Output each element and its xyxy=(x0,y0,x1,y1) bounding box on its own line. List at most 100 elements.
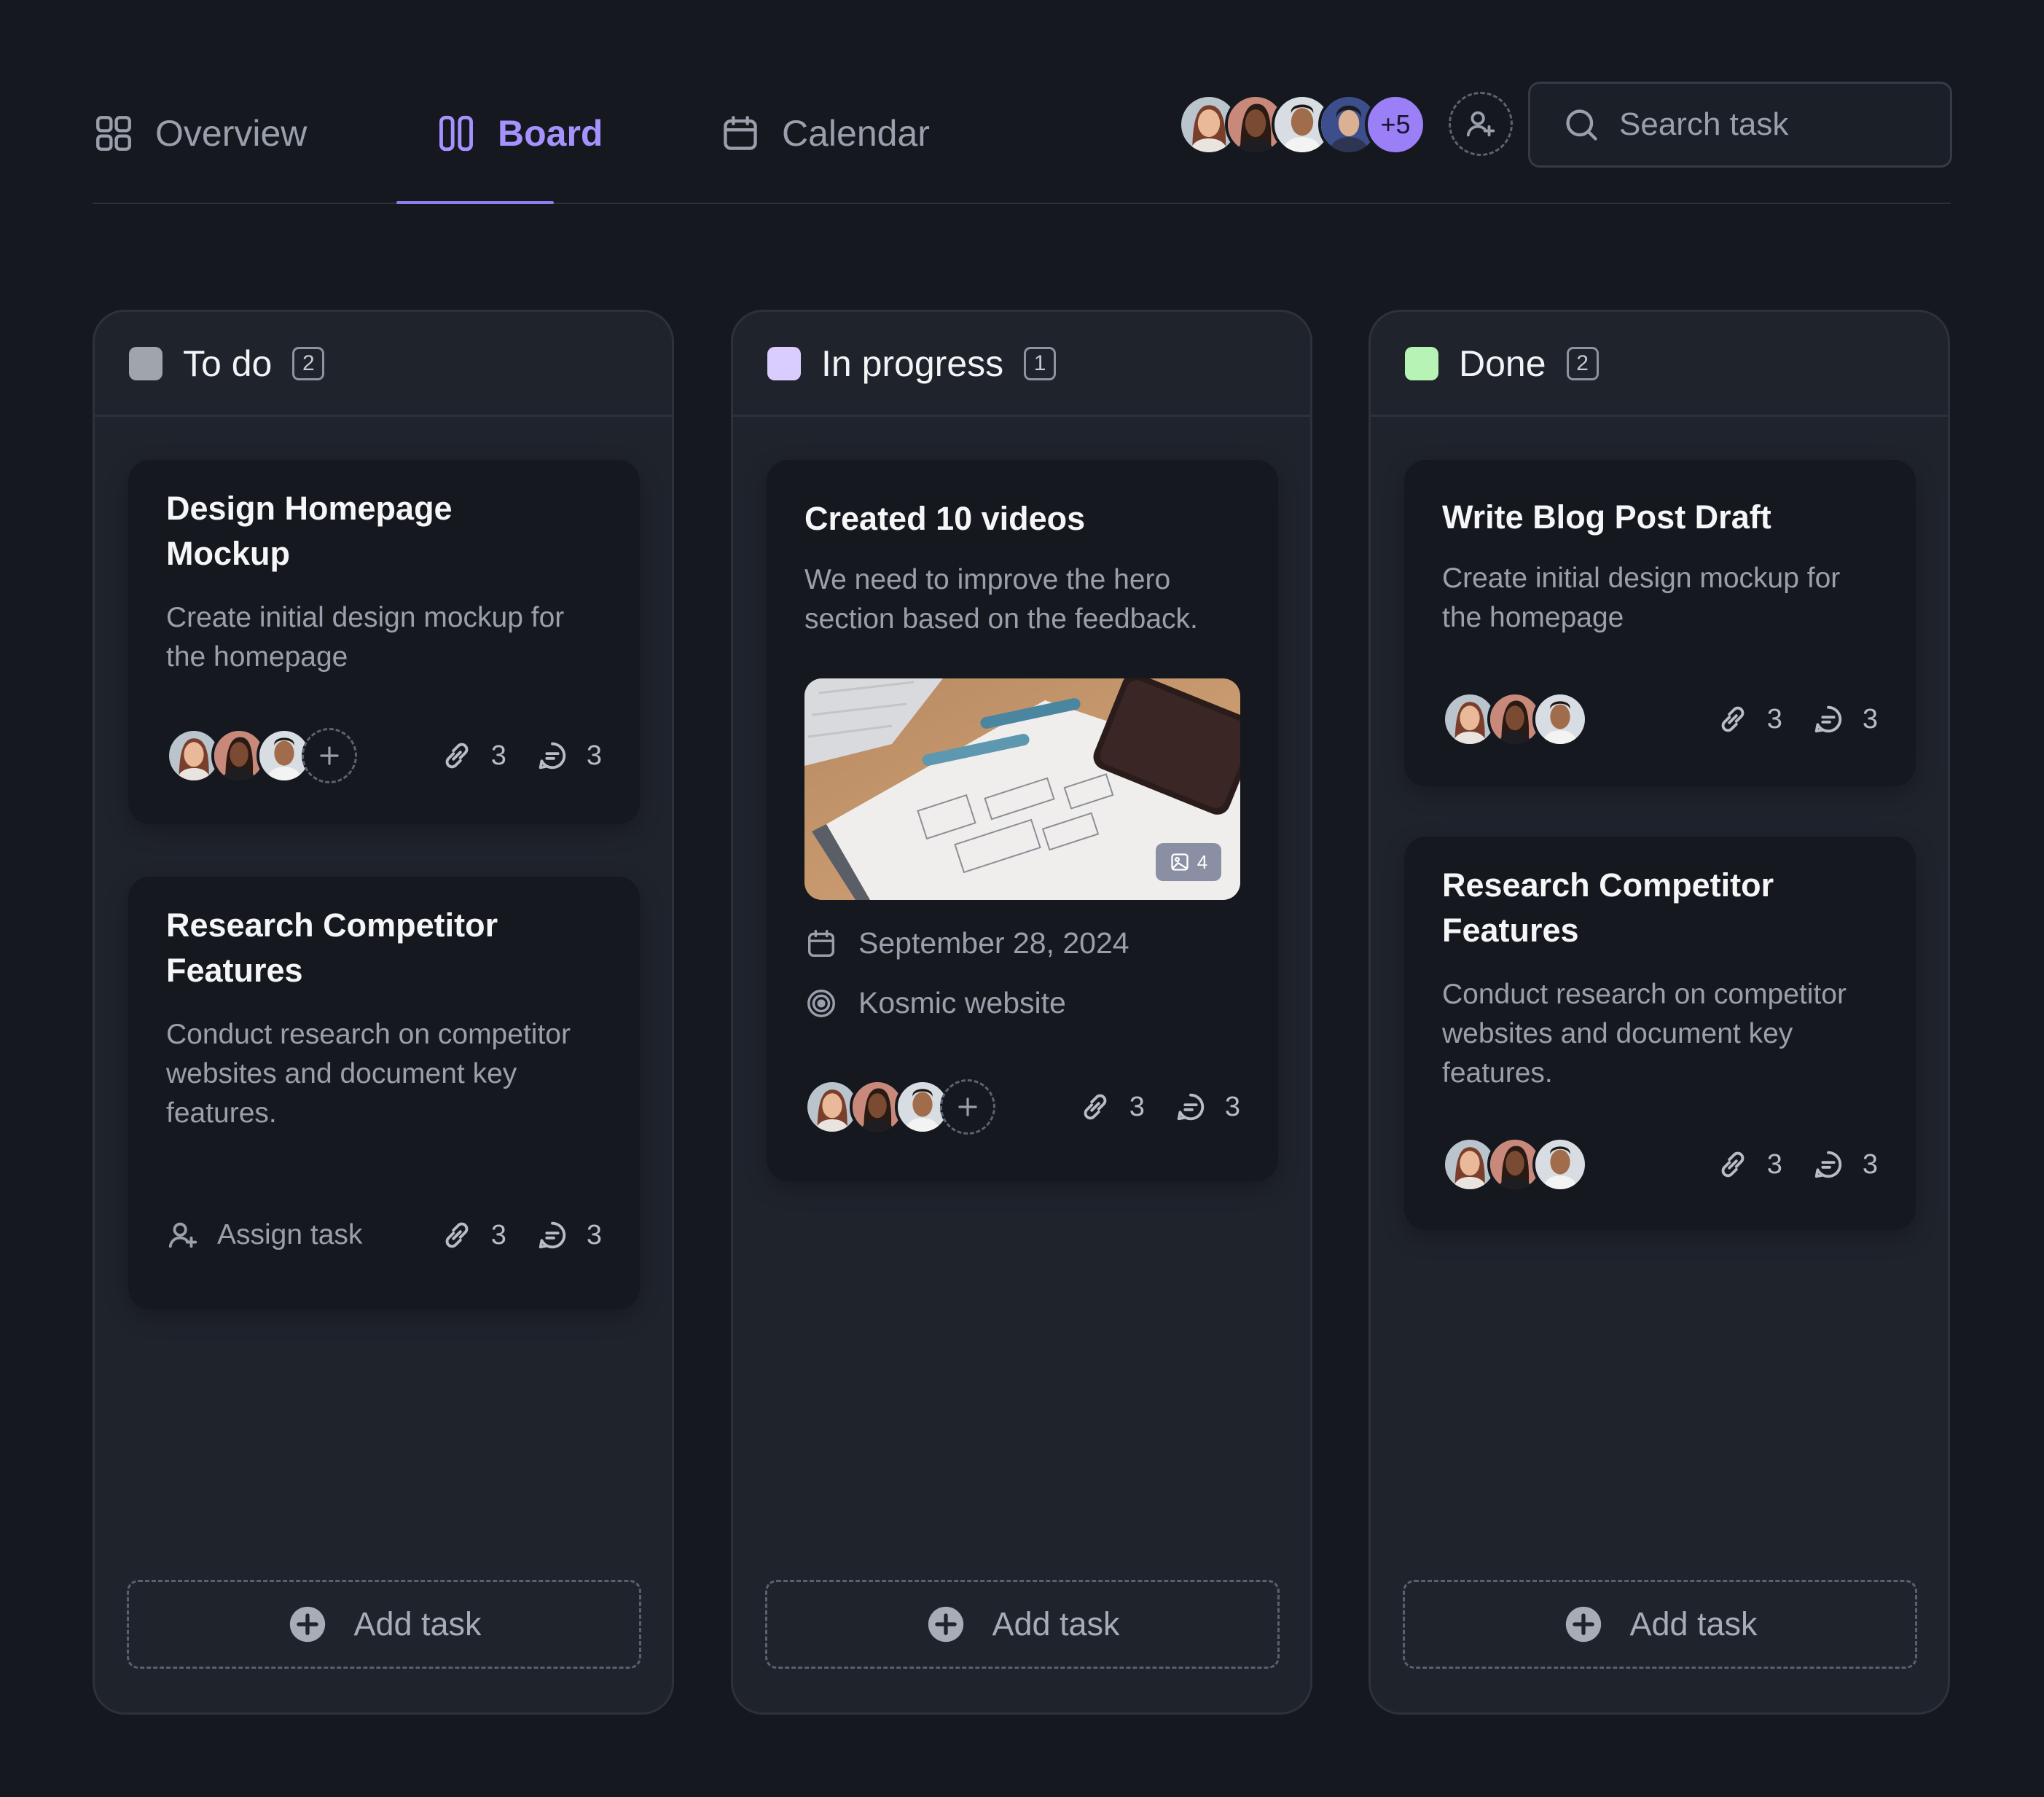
links-count: 3 xyxy=(1766,703,1782,735)
column-title: Done xyxy=(1459,342,1546,384)
card-stats: 3 3 xyxy=(440,739,602,772)
links-stat[interactable]: 3 xyxy=(440,739,506,772)
comment-icon xyxy=(536,739,569,772)
add-assignee-button[interactable] xyxy=(302,728,357,783)
task-card[interactable]: Research Competitor Features Conduct res… xyxy=(128,877,640,1309)
status-swatch xyxy=(1405,346,1438,380)
column-title: In progress xyxy=(821,342,1004,384)
comments-count: 3 xyxy=(586,1219,602,1250)
search-input[interactable] xyxy=(1619,106,1925,143)
tab-board[interactable]: Board xyxy=(435,73,603,204)
search-icon xyxy=(1566,109,1597,141)
comments-count: 3 xyxy=(586,740,602,771)
target-icon xyxy=(804,987,838,1020)
card-title: Research Competitor xyxy=(1442,866,1774,904)
links-stat[interactable]: 3 xyxy=(440,1218,506,1252)
tab-overview-label: Overview xyxy=(155,113,308,154)
column-count-badge: 1 xyxy=(1024,346,1057,380)
search-box[interactable] xyxy=(1528,82,1952,168)
card-footer: 3 3 xyxy=(1442,1137,1878,1192)
comments-stat[interactable]: 3 xyxy=(1812,1148,1878,1181)
team-avatars[interactable]: +5 xyxy=(1178,92,1426,157)
calendar-icon xyxy=(804,927,838,960)
card-title: Write Blog Post Draft xyxy=(1442,498,1771,536)
card-description: features. xyxy=(1442,1057,1553,1089)
card-description: the homepage xyxy=(166,641,348,673)
image-count: 4 xyxy=(1197,850,1208,873)
column-in-progress: In progress 1 Created 10 videos We need … xyxy=(731,310,1312,1715)
tab-board-label: Board xyxy=(498,113,603,154)
assign-task-label: Assign task xyxy=(217,1219,363,1250)
tab-calendar[interactable]: Calendar xyxy=(719,73,930,204)
column-header: To do 2 xyxy=(95,312,672,417)
card-footer: Assign task 3 3 xyxy=(166,1206,602,1264)
comment-icon xyxy=(1174,1090,1207,1124)
card-description: features. xyxy=(166,1097,277,1129)
task-card[interactable]: Research Competitor Features Conduct res… xyxy=(1404,837,1916,1230)
status-swatch xyxy=(767,346,801,380)
comments-stat[interactable]: 3 xyxy=(1174,1090,1240,1124)
link-icon xyxy=(1078,1090,1112,1124)
card-title: Design Homepage xyxy=(166,490,453,527)
card-title: Created 10 videos xyxy=(804,500,1086,537)
plus-icon xyxy=(316,742,343,770)
comments-stat[interactable]: 3 xyxy=(536,1218,602,1252)
card-description: Conduct research on competitor xyxy=(166,1019,571,1050)
assignee-avatars xyxy=(1442,1137,1588,1192)
links-stat[interactable]: 3 xyxy=(1716,702,1782,736)
card-stats: 3 3 xyxy=(1716,1148,1878,1181)
card-description: We need to improve the hero xyxy=(804,564,1171,595)
card-description: the homepage xyxy=(1442,602,1624,633)
card-description: Create initial design mockup for xyxy=(166,602,565,633)
column-header: Done 2 xyxy=(1371,312,1948,417)
add-task-label: Add task xyxy=(992,1605,1120,1643)
avatar xyxy=(1532,692,1588,747)
task-card[interactable]: Write Blog Post Draft Create initial des… xyxy=(1404,460,1916,786)
tab-overview[interactable]: Overview xyxy=(93,73,307,204)
card-description: Conduct research on competitor xyxy=(1442,979,1847,1010)
comments-count: 3 xyxy=(1862,703,1878,735)
user-plus-icon xyxy=(1464,107,1497,141)
task-card[interactable]: Design Homepage Mockup Create initial de… xyxy=(128,460,640,824)
card-title: Research Competitor xyxy=(166,907,498,944)
task-card[interactable]: Created 10 videos We need to improve the… xyxy=(767,460,1278,1181)
link-icon xyxy=(1716,1148,1750,1181)
column-count-badge: 2 xyxy=(1566,346,1599,380)
link-icon xyxy=(1716,702,1750,736)
user-plus-icon xyxy=(166,1218,200,1252)
add-task-label: Add task xyxy=(1629,1605,1758,1643)
card-description: websites and document key xyxy=(166,1058,517,1089)
more-members-badge[interactable]: +5 xyxy=(1365,94,1426,155)
avatar xyxy=(1532,1137,1588,1192)
comments-count: 3 xyxy=(1862,1148,1878,1180)
links-stat[interactable]: 3 xyxy=(1078,1090,1145,1124)
comments-stat[interactable]: 3 xyxy=(1812,702,1878,736)
add-assignee-button[interactable] xyxy=(940,1079,995,1135)
add-task-button[interactable]: Add task xyxy=(765,1580,1280,1669)
assign-task-button[interactable]: Assign task xyxy=(166,1218,362,1252)
add-task-button[interactable]: Add task xyxy=(127,1580,641,1669)
image-icon xyxy=(1171,853,1189,871)
assignee-avatars xyxy=(166,728,357,783)
assignee-avatars xyxy=(804,1079,995,1135)
columns-icon xyxy=(439,115,473,152)
card-stats: 3 3 xyxy=(1716,702,1878,736)
image-count-badge[interactable]: 4 xyxy=(1156,843,1221,881)
due-date: September 28, 2024 xyxy=(804,926,1129,960)
add-task-button[interactable]: Add task xyxy=(1403,1580,1917,1669)
link-icon xyxy=(440,739,474,772)
plus-circle-icon xyxy=(925,1603,967,1645)
comments-stat[interactable]: 3 xyxy=(536,739,602,772)
column-done: Done 2 Write Blog Post Draft Create init… xyxy=(1368,310,1950,1715)
due-date-text: September 28, 2024 xyxy=(858,926,1129,960)
add-member-button[interactable] xyxy=(1449,92,1513,156)
links-count: 3 xyxy=(1766,1148,1782,1180)
links-stat[interactable]: 3 xyxy=(1716,1148,1782,1181)
top-navigation: Overview Board Calendar +5 xyxy=(93,73,1952,204)
card-title: Mockup xyxy=(166,535,291,572)
status-swatch xyxy=(129,346,162,380)
column-header: In progress 1 xyxy=(733,312,1310,417)
plus-circle-icon xyxy=(286,1603,329,1645)
card-image[interactable]: 4 xyxy=(804,678,1240,900)
comments-count: 3 xyxy=(1224,1091,1240,1122)
